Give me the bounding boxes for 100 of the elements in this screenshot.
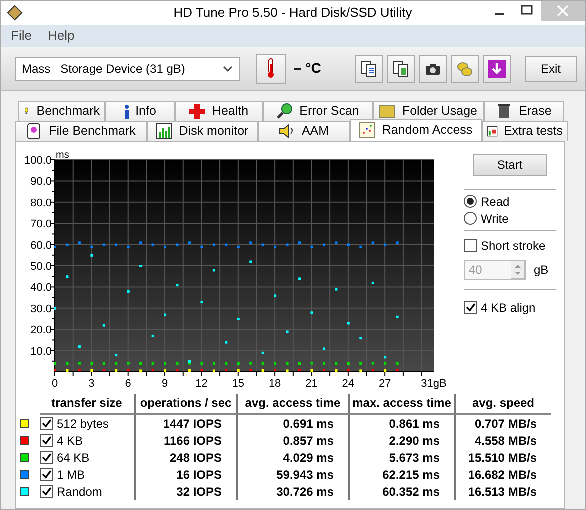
data-point (127, 362, 130, 365)
y-axis-label: ms (56, 150, 70, 161)
toolbar-button[interactable] (483, 54, 511, 82)
data-point (250, 260, 252, 264)
tab[interactable]: Health (175, 101, 263, 121)
device-dropdown[interactable]: Mass Storage Device (31 gB) (15, 56, 240, 80)
checkbox[interactable] (464, 301, 477, 314)
data-point (396, 362, 399, 366)
data-point (102, 244, 106, 246)
data-point (372, 369, 374, 372)
start-button[interactable]: Start (473, 154, 547, 176)
table-cell: 1447 IOPS (136, 415, 238, 432)
data-point (188, 370, 191, 372)
table-cell: 62.215 ms (350, 466, 456, 483)
scatter-icon (359, 122, 376, 139)
thermometer-button[interactable] (256, 54, 286, 84)
table-cell: 0.861 ms (350, 415, 456, 432)
data-point (372, 362, 374, 365)
y-tick-label: 100.0 (24, 155, 52, 167)
table-cell: 1166 IOPS (136, 432, 238, 449)
spinner-icon (511, 261, 525, 279)
x-tick-label: 24 (342, 378, 355, 390)
radio-button[interactable] (464, 195, 477, 208)
data-point (127, 369, 130, 372)
checkbox[interactable] (40, 485, 53, 498)
tab[interactable]: Extra tests (482, 121, 568, 141)
data-point (140, 370, 142, 372)
table-cell: 0.857 ms (238, 432, 350, 449)
exit-button[interactable]: Exit (525, 56, 577, 82)
column-header: transfer size (40, 394, 136, 415)
data-point (372, 282, 374, 284)
y-tick-label: 10.0 (30, 346, 52, 358)
data-point (127, 290, 130, 293)
data-point (298, 278, 302, 280)
data-point (396, 242, 399, 244)
table-cell-text: 16.682 MB/s (467, 467, 538, 483)
tab[interactable]: File Benchmark (15, 121, 147, 141)
x-tick-label: 27 (378, 378, 392, 390)
data-point (274, 369, 277, 372)
tab[interactable]: Folder Usage (373, 101, 484, 121)
y-tick-label: 50.0 (30, 261, 52, 273)
tab[interactable]: Benchmark (18, 101, 105, 121)
data-point (200, 246, 204, 248)
checkbox[interactable] (40, 417, 53, 430)
menu-item[interactable]: Help (48, 26, 75, 46)
data-point (347, 362, 350, 366)
data-point (335, 370, 338, 372)
column-header: avg. access time (238, 394, 350, 415)
tab[interactable]: Error Scan (263, 101, 373, 121)
data-point (335, 362, 338, 366)
tab[interactable]: AAM (258, 121, 350, 141)
x-tick-label: 0 (52, 378, 58, 390)
data-point (286, 244, 289, 246)
tab[interactable]: Random Access (350, 119, 482, 141)
toolbar-button[interactable] (387, 54, 415, 82)
data-point (115, 354, 118, 357)
tab[interactable]: Disk monitor (147, 121, 258, 141)
data-point (384, 370, 387, 372)
y-tick-label: 30.0 (30, 303, 52, 316)
data-point (262, 362, 264, 366)
data-point (347, 322, 350, 325)
data-point (176, 244, 179, 246)
radio-button[interactable] (464, 212, 477, 225)
table-cell: 5.673 ms (350, 449, 456, 466)
tab[interactable]: Erase (484, 101, 564, 121)
data-point (152, 334, 154, 338)
table-cell: 248 IOPS (136, 449, 238, 466)
data-point (322, 348, 326, 350)
radio-label[interactable]: Read (481, 192, 510, 210)
toolbar-button[interactable] (419, 54, 447, 82)
data-point (384, 356, 387, 359)
checkbox[interactable] (40, 434, 53, 447)
radio-label[interactable]: Write (481, 210, 509, 228)
data-point (115, 362, 118, 366)
data-point (78, 369, 81, 372)
x-tick-label: 12 (196, 378, 208, 390)
data-point (237, 362, 240, 366)
data-point (212, 362, 216, 366)
data-point (212, 244, 216, 246)
tab[interactable]: Info (105, 101, 175, 121)
data-point (102, 369, 106, 372)
data-point (396, 369, 399, 372)
row-label: 1 MB (57, 466, 86, 484)
y-tick-label: 70.0 (30, 218, 52, 231)
data-point (176, 284, 179, 287)
data-point (164, 314, 167, 316)
caret-icon (223, 64, 233, 72)
data-point (262, 352, 264, 354)
data-point (225, 341, 228, 344)
checkbox-label[interactable]: 4 KB align (481, 298, 536, 316)
x-tick-label: 31gB (421, 378, 447, 390)
data-point (310, 312, 314, 314)
data-point (225, 369, 228, 372)
window-title: HD Tune Pro 5.50 - Hard Disk/SSD Utility (174, 4, 412, 22)
toolbar-button[interactable] (355, 54, 383, 82)
checkbox[interactable] (40, 468, 53, 481)
unit-label: gB (534, 262, 549, 279)
data-point (90, 254, 94, 257)
checkbox[interactable] (40, 451, 53, 464)
menu-item[interactable]: File (11, 26, 32, 46)
